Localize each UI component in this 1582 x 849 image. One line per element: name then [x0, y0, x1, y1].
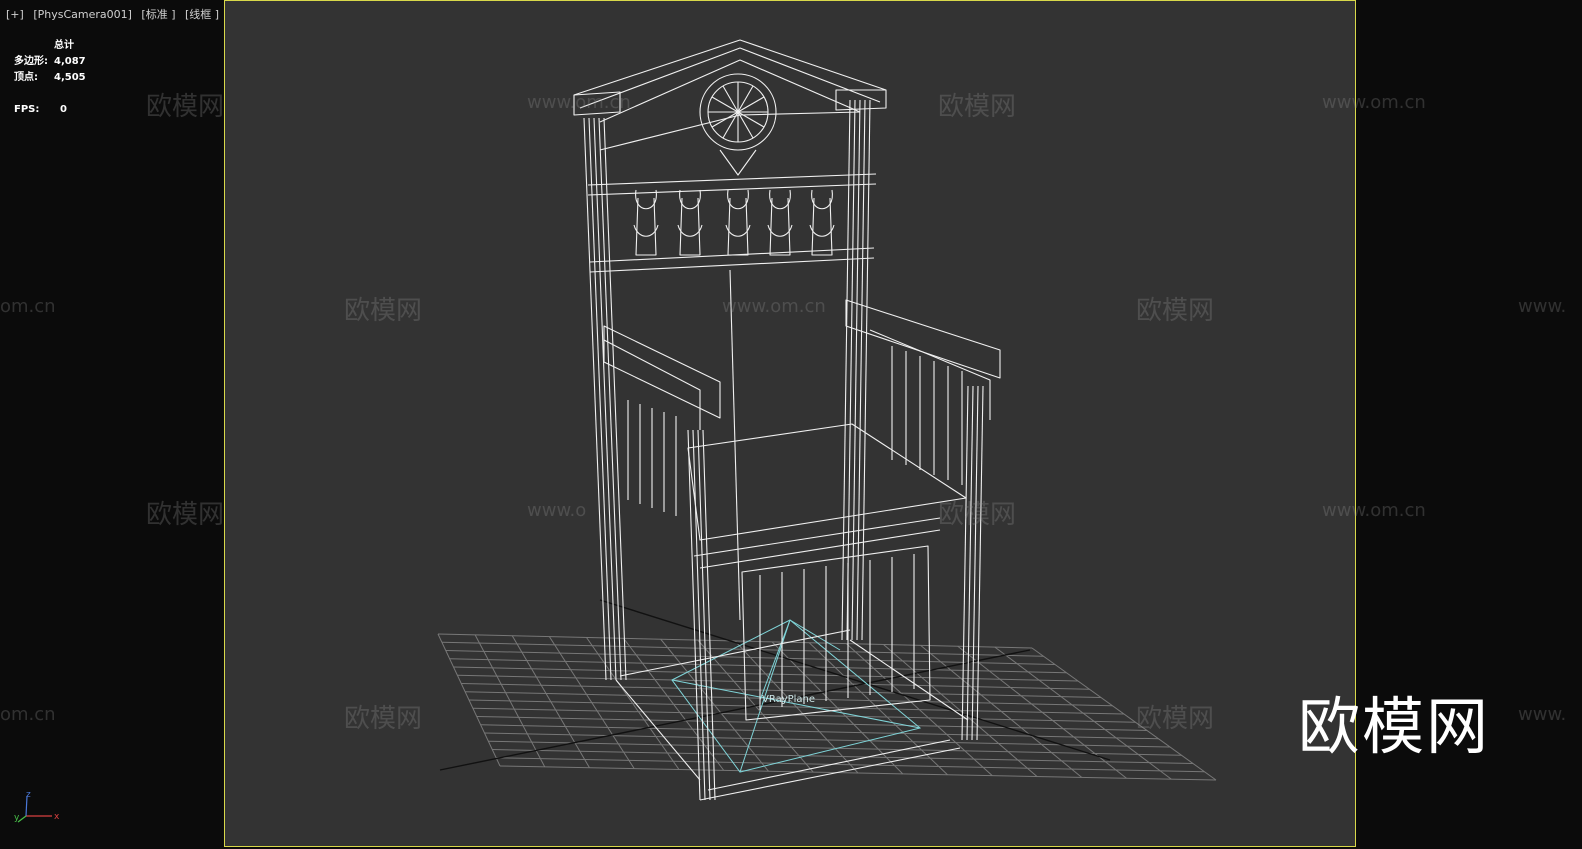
top-baluster: [633, 224, 659, 237]
front-left-leg: [687, 429, 701, 801]
axis-tripod-icon: x z y: [14, 790, 60, 823]
stats-vertices: 顶点: 4,505: [14, 70, 86, 86]
back-center: [729, 269, 741, 621]
top-baluster: [725, 224, 751, 237]
top-baluster: [811, 197, 833, 256]
right-armrest: [845, 299, 1001, 379]
front-left-leg: [692, 429, 706, 801]
watermark-brand: 欧模网: [146, 92, 225, 122]
grid-line: [476, 716, 1148, 731]
watermark-url: www.om.cn: [722, 296, 826, 317]
top-baluster: [727, 189, 749, 210]
rosette-pendant: [719, 149, 757, 176]
fps-label: FPS:: [14, 104, 40, 115]
top-baluster: [677, 224, 703, 237]
pediment-right-block: [835, 89, 887, 111]
watermark-brand: 欧模网: [938, 500, 1017, 530]
right-back-post: [861, 99, 871, 641]
top-baluster: [769, 189, 791, 210]
polygons-label: 多边形:: [14, 56, 48, 67]
watermark-url-partial: www.: [1518, 296, 1567, 317]
right-back-post: [841, 99, 851, 641]
grid-line: [472, 707, 1136, 723]
axis-x-label: x: [54, 812, 60, 822]
stats-polygons: 多边形: 4,087: [14, 54, 86, 70]
top-baluster: [635, 197, 657, 256]
statistics-overlay: 总计 多边形: 4,087 顶点: 4,505 FPS: 0: [14, 38, 86, 118]
watermark-url-partial: www.o: [527, 500, 587, 521]
axis-z-label: z: [26, 790, 31, 800]
top-baluster: [727, 197, 749, 256]
watermark-url-partial: om.cn: [0, 296, 56, 317]
viewport-menu-plus[interactable]: [+]: [6, 8, 24, 21]
seat-front-rail: [693, 517, 941, 557]
watermark-url: www.om.cn: [527, 92, 631, 113]
left-armrest: [603, 325, 721, 419]
grid-line: [920, 644, 1083, 778]
seat-top: [687, 423, 967, 541]
watermark-brand: 欧模网: [938, 92, 1017, 122]
watermark-brand: 欧模网: [146, 500, 225, 530]
right-back-post: [846, 99, 856, 641]
bottom-stretcher: [849, 639, 969, 721]
viewport-shading-standard[interactable]: [标准 ]: [141, 8, 175, 21]
fps-value: 0: [60, 104, 67, 115]
right-back-post: [856, 99, 866, 641]
right-back-post: [851, 99, 861, 641]
top-baluster: [679, 197, 701, 256]
top-baluster: [809, 224, 835, 237]
bottom-stretcher: [707, 739, 951, 791]
grid-line: [480, 724, 1159, 740]
grid-line: [492, 749, 1194, 764]
watermark-brand: 欧模网: [1136, 704, 1215, 734]
stats-fps: FPS: 0: [14, 102, 86, 118]
vrayplane-label: VRayPlane: [762, 694, 815, 705]
ground-grid: [437, 599, 1217, 781]
watermark-url-partial: om.cn: [0, 704, 56, 725]
watermark-url: www.om.cn: [1322, 500, 1426, 521]
vertices-label: 顶点:: [14, 72, 38, 83]
top-baluster: [769, 197, 791, 256]
watermark-url: www.om.cn: [1322, 92, 1426, 113]
brand-logo: 欧模网: [1298, 690, 1491, 763]
bottom-stretcher: [615, 679, 701, 781]
viewport-label[interactable]: [+] [PhysCamera001] [标准 ] [线框 ]: [6, 6, 225, 22]
watermark-brand: 欧模网: [344, 704, 423, 734]
viewport-display-wireframe[interactable]: [线框 ]: [185, 8, 219, 21]
left-back-post: [593, 117, 617, 681]
axis-y-label: y: [14, 813, 20, 823]
perspective-viewport[interactable]: VRayPlane [+] [PhysCamera001] [标准 ] [线框 …: [0, 0, 1582, 849]
bottom-stretcher: [619, 629, 851, 677]
right-armrest: [869, 329, 991, 420]
watermark-brand: 欧模网: [344, 296, 423, 326]
vertices-value: 4,505: [54, 72, 86, 83]
stats-header: 总计: [54, 40, 74, 51]
pediment-base: [599, 111, 861, 151]
watermark-brand: 欧模网: [1136, 296, 1215, 326]
top-baluster: [679, 189, 701, 210]
watermark-url-partial: www.: [1518, 704, 1567, 725]
upper-rail: [587, 173, 877, 186]
grid-line: [957, 645, 1127, 779]
front-left-leg: [702, 429, 716, 801]
polygons-value: 4,087: [54, 56, 86, 67]
top-baluster: [811, 189, 833, 210]
top-baluster: [767, 224, 793, 237]
viewport-camera-menu[interactable]: [PhysCamera001]: [33, 8, 132, 21]
grid-line: [488, 740, 1182, 756]
